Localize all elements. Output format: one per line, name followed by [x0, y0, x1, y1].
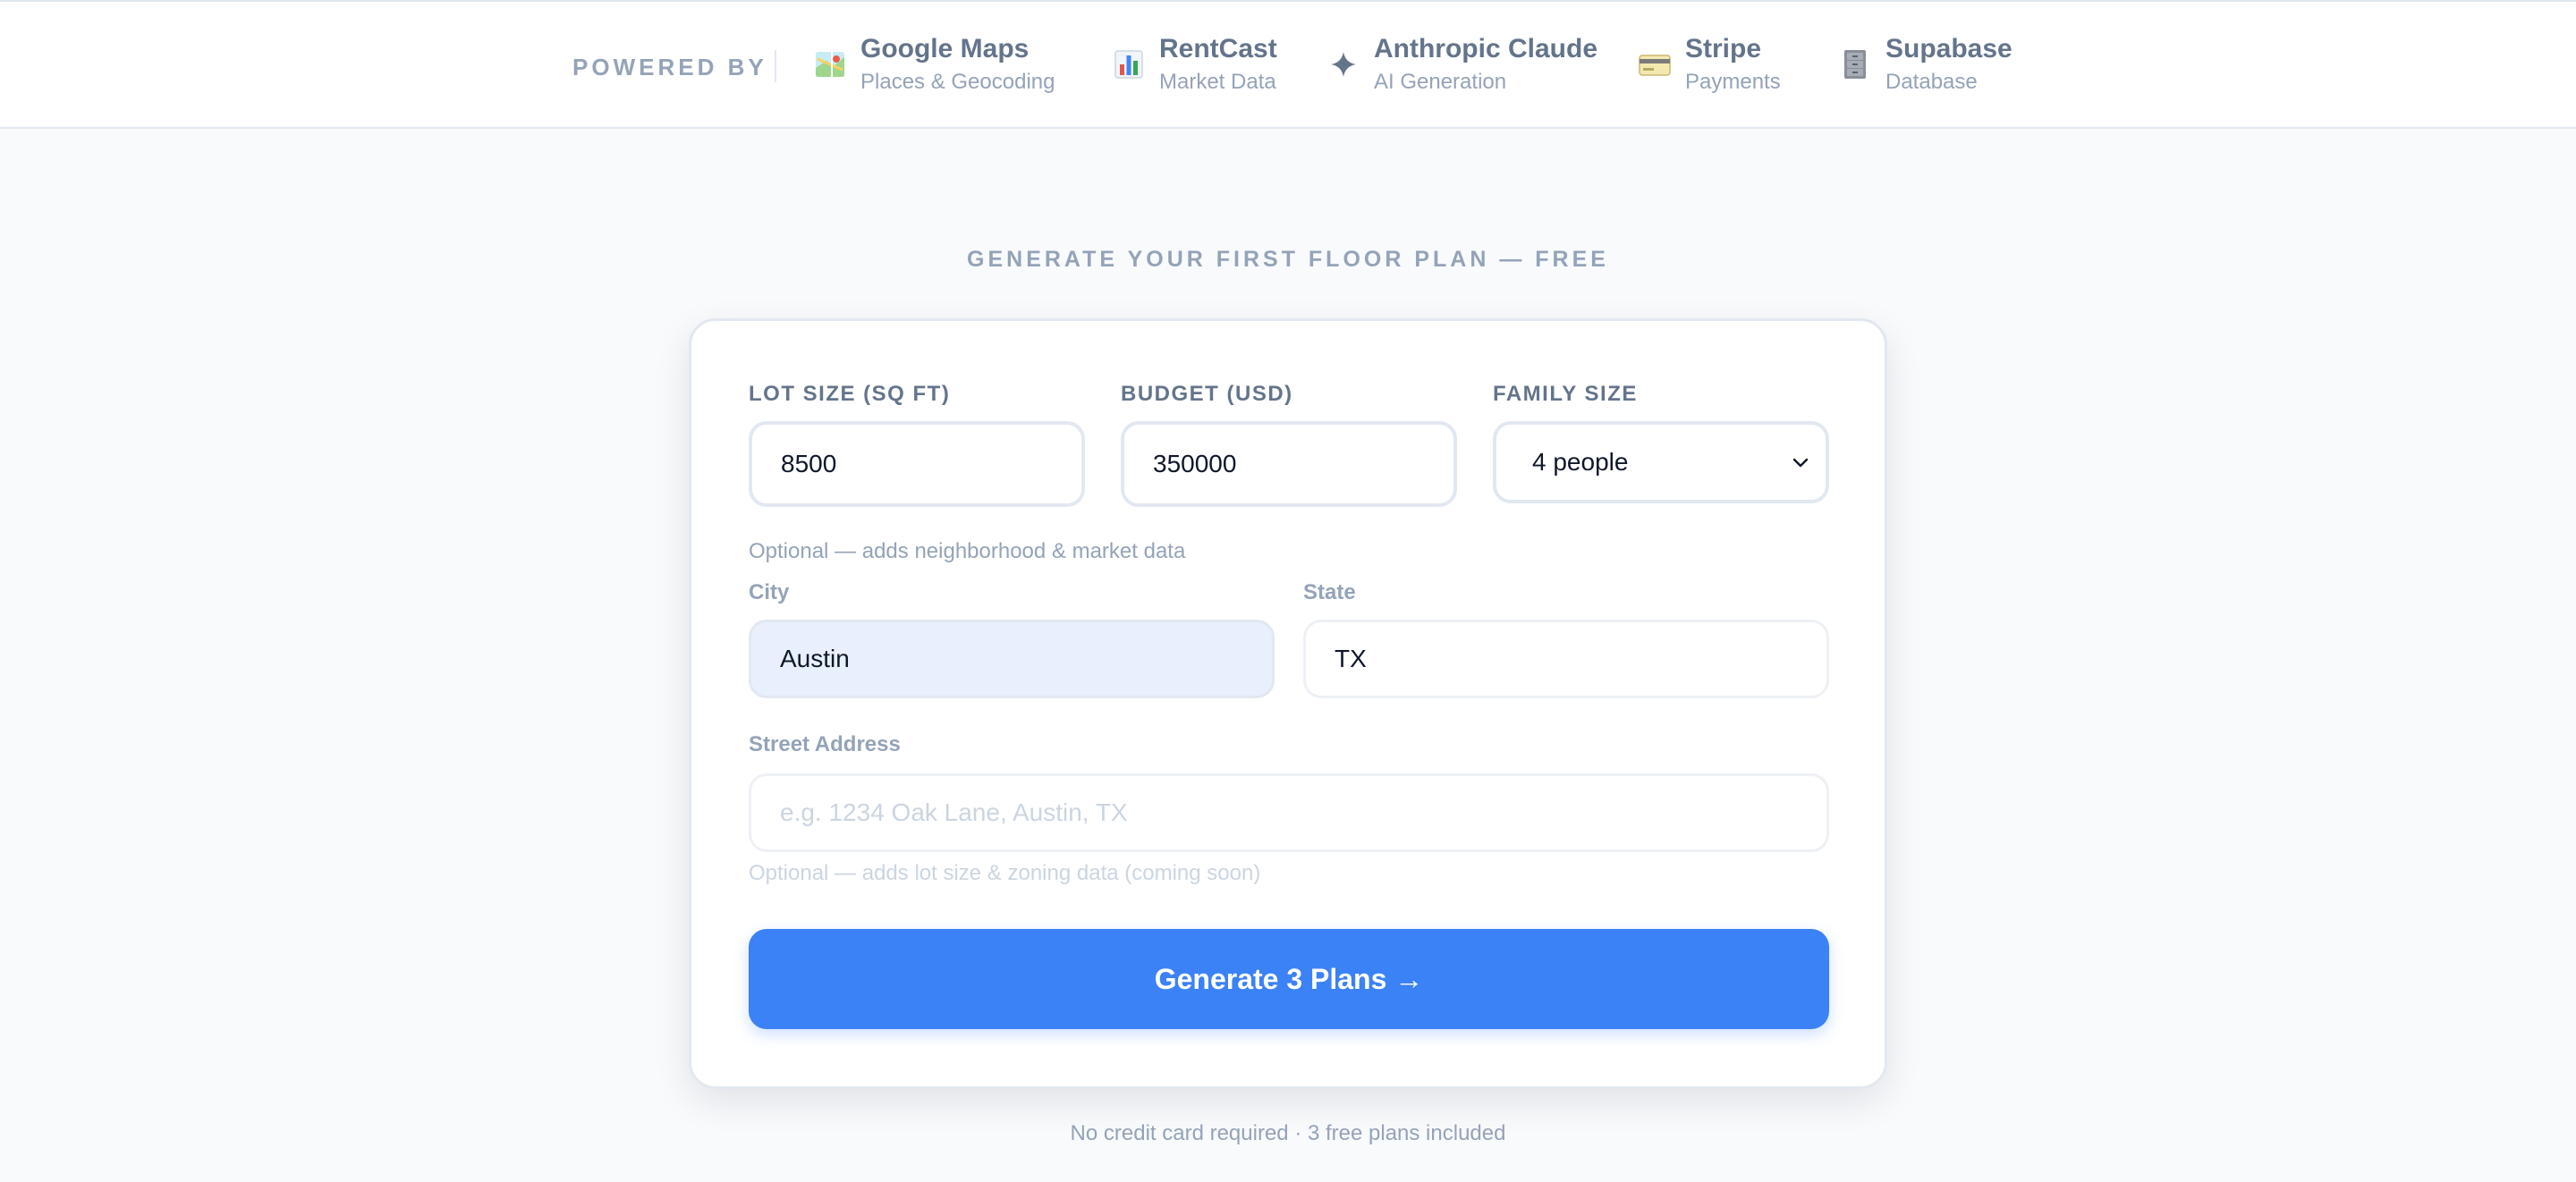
chevron-down-icon	[1792, 458, 1809, 468]
provider-name: Supabase	[1885, 34, 2012, 63]
family-size-label: FAMILY SIZE	[1493, 382, 1638, 406]
provider-subtitle: Payments	[1685, 70, 1781, 94]
state-label: State	[1303, 580, 1356, 604]
provider-subtitle: Database	[1885, 70, 1978, 94]
lot-size-label: LOT SIZE (SQ FT)	[749, 382, 951, 406]
bar-chart-icon	[1114, 50, 1143, 79]
floor-plan-form-card: LOT SIZE (SQ FT) BUDGET (USD) FAMILY SIZ…	[689, 318, 1887, 1089]
map-icon	[816, 52, 844, 77]
generate-plans-button[interactable]: Generate 3 Plans →	[749, 929, 1829, 1029]
footer-note: No credit card required · 3 free plans i…	[1070, 1121, 1506, 1145]
provider-name: Anthropic Claude	[1374, 34, 1598, 63]
provider-name: RentCast	[1159, 34, 1277, 63]
street-address-label: Street Address	[749, 732, 901, 756]
budget-input[interactable]	[1121, 421, 1457, 507]
powered-by-divider	[775, 50, 776, 82]
location-hint: Optional — adds neighborhood & market da…	[749, 539, 1186, 563]
street-address-input[interactable]	[749, 773, 1829, 852]
family-size-value: 4 people	[1532, 448, 1629, 476]
section-heading: GENERATE YOUR FIRST FLOOR PLAN — FREE	[967, 247, 1609, 272]
powered-by-bar: POWERED BY Google Maps Places & Geocodin…	[0, 0, 2576, 129]
provider-subtitle: AI Generation	[1374, 70, 1507, 94]
city-input[interactable]	[749, 620, 1275, 698]
file-cabinet-icon	[1844, 50, 1866, 79]
state-input[interactable]	[1303, 620, 1829, 698]
street-address-hint: Optional — adds lot size & zoning data (…	[749, 861, 1261, 885]
provider-subtitle: Places & Geocoding	[860, 70, 1055, 94]
city-label: City	[749, 580, 790, 604]
family-size-select[interactable]: 4 people	[1493, 421, 1829, 503]
budget-label: BUDGET (USD)	[1121, 382, 1293, 406]
provider-subtitle: Market Data	[1159, 70, 1276, 94]
provider-name: Google Maps	[860, 34, 1030, 63]
lot-size-input[interactable]	[749, 421, 1085, 507]
provider-name: Stripe	[1685, 34, 1762, 63]
sparkle-icon	[1331, 52, 1356, 77]
credit-card-icon	[1639, 55, 1671, 76]
powered-by-label: POWERED BY	[572, 54, 767, 80]
